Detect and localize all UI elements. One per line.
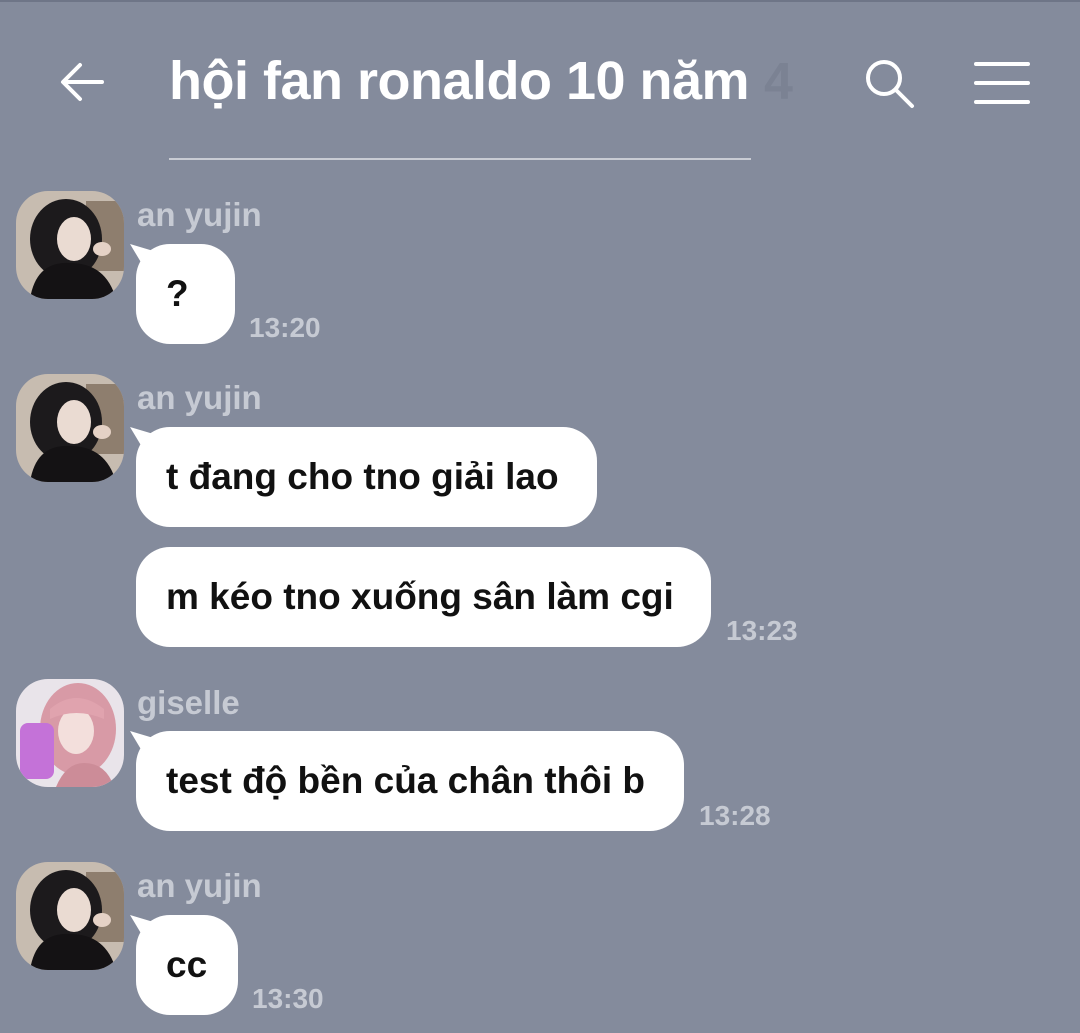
message-time: 13:20 [249,312,321,343]
message-bubble[interactable]: test độ bền của chân thôi b [136,731,684,831]
avatar-image [16,374,124,482]
message-bubble[interactable]: cc [136,915,238,1015]
chat-title[interactable]: hội fan ronaldo 10 năm [169,50,750,112]
sender-name: giselle [137,684,240,721]
member-count: 4 [764,53,793,111]
avatar-an-yujin[interactable] [16,191,124,299]
message-time: 13:28 [699,800,771,831]
message-time: 13:23 [726,615,798,646]
chat-header: hội fan ronaldo 10 năm 4 [0,0,1080,165]
message-time: 13:30 [252,983,324,1014]
avatar-an-yujin[interactable] [16,374,124,482]
message-bubble[interactable]: m kéo tno xuống sân làm cgi [136,547,711,647]
sender-name: an yujin [137,867,262,904]
search-icon [866,60,914,108]
menu-button[interactable] [968,54,1036,112]
avatar-an-yujin[interactable] [16,862,124,970]
menu-icon [974,62,1030,104]
avatar-image [16,862,124,970]
title-underline [169,158,751,160]
message-bubble[interactable]: ? [136,244,235,344]
search-button[interactable] [858,52,920,114]
message-bubble[interactable]: t đang cho tno giải lao [136,427,597,527]
avatar-giselle[interactable] [16,679,124,787]
back-button[interactable] [52,52,112,112]
avatar-image [16,679,124,787]
arrow-left-icon [61,63,104,101]
sender-name: an yujin [137,379,262,416]
avatar-image [16,191,124,299]
sender-name: an yujin [137,196,262,233]
